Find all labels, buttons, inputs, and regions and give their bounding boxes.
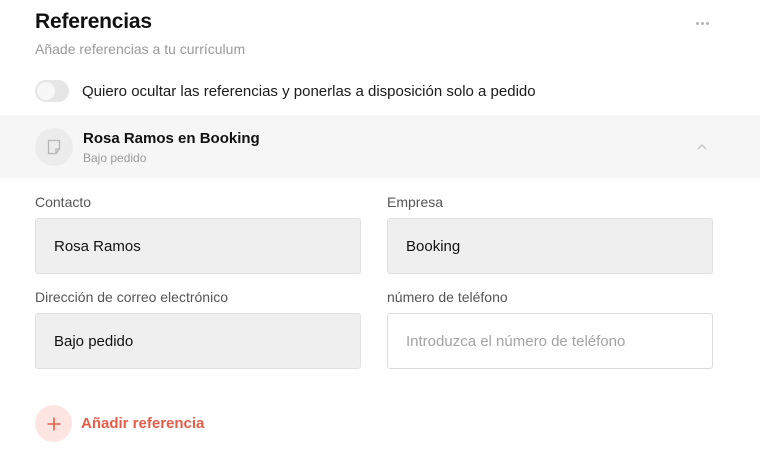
contact-input[interactable] bbox=[35, 218, 361, 274]
hide-references-toggle-row: Quiero ocultar las referencias y ponerla… bbox=[35, 80, 536, 102]
email-label: Dirección de correo electrónico bbox=[35, 289, 228, 305]
hide-references-toggle[interactable] bbox=[35, 80, 69, 102]
chevron-up-icon[interactable] bbox=[694, 139, 710, 155]
company-label: Empresa bbox=[387, 194, 444, 210]
reference-subtitle: Bajo pedido bbox=[83, 151, 147, 165]
phone-input[interactable] bbox=[387, 313, 713, 369]
plus-icon bbox=[35, 405, 72, 442]
add-reference-button[interactable]: Añadir referencia bbox=[35, 405, 204, 442]
company-input[interactable] bbox=[387, 218, 713, 274]
phone-label: número de teléfono bbox=[387, 289, 508, 305]
section-subtitle: Añade referencias a tu currículum bbox=[35, 41, 246, 57]
add-reference-label: Añadir referencia bbox=[81, 415, 205, 432]
hide-references-label: Quiero ocultar las referencias y ponerla… bbox=[82, 82, 536, 100]
section-title: Referencias bbox=[35, 10, 152, 33]
contact-label: Contacto bbox=[35, 194, 92, 210]
more-options-icon[interactable] bbox=[690, 14, 714, 32]
email-input[interactable] bbox=[35, 313, 361, 369]
reference-title: Rosa Ramos en Booking bbox=[83, 130, 260, 147]
toggle-knob bbox=[37, 82, 55, 100]
reference-card-header[interactable]: Rosa Ramos en Booking Bajo pedido bbox=[0, 115, 760, 178]
document-icon bbox=[35, 128, 73, 166]
